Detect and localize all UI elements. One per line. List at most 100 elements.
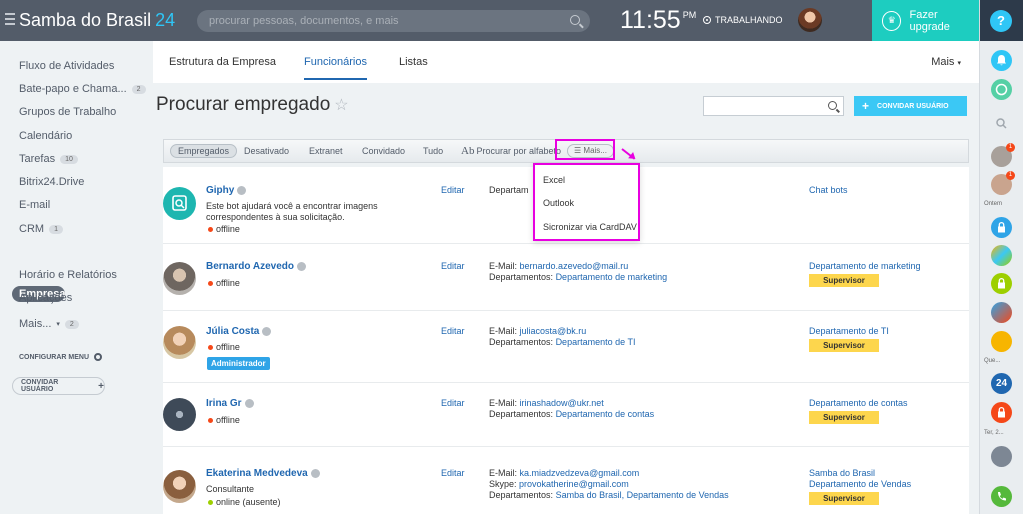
employee-contact-info: E-Mail: juliacosta@bk.ru Departamentos: … xyxy=(489,326,635,348)
tab-lists[interactable]: Listas xyxy=(399,56,428,68)
sidebar-item-tasks[interactable]: Tarefas 10 xyxy=(19,153,78,165)
email-link[interactable]: juliacosta@bk.ru xyxy=(520,326,587,336)
global-search-input[interactable]: procurar pessoas, documentos, e mais xyxy=(197,10,590,32)
contact-avatar-2[interactable]: 1 xyxy=(991,171,1015,195)
employee-avatar[interactable] xyxy=(163,398,196,431)
alphabet-icon: Ab xyxy=(461,145,475,157)
filter-invited[interactable]: Convidado xyxy=(362,146,405,156)
plus-icon: + xyxy=(862,99,870,113)
star-icon[interactable]: ☆ xyxy=(334,97,348,114)
work-status[interactable]: TRABALHANDO xyxy=(703,15,783,25)
portal-logo[interactable]: Samba do Brasil 24 xyxy=(19,10,175,31)
chat-icon[interactable] xyxy=(991,79,1012,100)
department-link[interactable]: Departamento de marketing xyxy=(809,261,921,272)
filter-alphabet-label: Procurar por alfabeto xyxy=(476,146,561,156)
search-icon[interactable] xyxy=(570,15,580,25)
sidebar-item-applications[interactable]: Aplicações xyxy=(19,292,72,304)
department-link[interactable]: Samba do Brasil, Departamento de Vendas xyxy=(556,490,729,500)
sidebar-invite-user-button[interactable]: CONVIDAR USUÁRIO + xyxy=(12,377,105,395)
contact-avatar-3[interactable] xyxy=(991,331,1012,352)
employee-avatar[interactable] xyxy=(163,326,196,359)
department-link[interactable]: Departamento de marketing xyxy=(556,272,668,282)
bot-avatar[interactable] xyxy=(163,187,196,220)
phone-icon[interactable] xyxy=(991,486,1012,507)
employee-name[interactable]: Irina Gr xyxy=(206,398,254,409)
sidebar-item-email[interactable]: E-mail xyxy=(19,199,50,211)
department-link[interactable]: Departamento de Vendas xyxy=(809,479,911,490)
employee-status-text: online (ausente) xyxy=(216,497,281,507)
contact-avatar-1[interactable]: 1 xyxy=(991,143,1015,167)
employee-name[interactable]: Bernardo Azevedo xyxy=(206,261,306,272)
menu-item-outlook[interactable]: Outlook xyxy=(543,198,574,208)
clock[interactable]: 11:55 PM xyxy=(620,6,696,35)
edit-link[interactable]: Editar xyxy=(441,185,465,195)
invite-user-button[interactable]: + CONVIDAR USUÁRIO xyxy=(854,96,967,116)
department-link[interactable]: Departamento de contas xyxy=(556,409,655,419)
sidebar-item-drive[interactable]: Bitrix24.Drive xyxy=(19,176,84,188)
sidebar-item-count: 2 xyxy=(64,319,79,329)
status-dot xyxy=(208,281,213,287)
lock-chat-icon-3[interactable] xyxy=(991,402,1012,423)
tab-company-structure[interactable]: Estrutura da Empresa xyxy=(169,56,276,68)
sidebar-item-time-reports[interactable]: Horário e Relatórios xyxy=(19,269,117,281)
employee-search-input[interactable] xyxy=(703,96,844,116)
sidebar-item-crm[interactable]: CRM 1 xyxy=(19,223,63,235)
employee-avatar[interactable] xyxy=(163,470,196,503)
department-link[interactable]: Departamento de contas xyxy=(809,398,908,409)
sidebar-item-calendar[interactable]: Calendário xyxy=(19,130,72,142)
date-label: Ontem xyxy=(984,201,1003,207)
help-button[interactable]: ? xyxy=(990,10,1012,32)
skype-link[interactable]: provokatherine@gmail.com xyxy=(519,479,629,489)
search-contacts-icon[interactable] xyxy=(991,113,1012,134)
table-row: Irina Gr offline Editar E-Mail: irinasha… xyxy=(163,384,969,447)
export-dropdown-menu: Excel Outlook Sicronizar via CardDAV xyxy=(533,163,640,241)
employee-name[interactable]: Ekaterina Medvedeva xyxy=(206,468,320,479)
menu-item-carddav[interactable]: Sicronizar via CardDAV xyxy=(543,222,637,232)
edit-link[interactable]: Editar xyxy=(441,398,465,408)
filter-deactivated[interactable]: Desativado xyxy=(244,146,289,156)
contact-avatar-4[interactable] xyxy=(991,446,1012,467)
group-chat-icon[interactable] xyxy=(991,245,1012,266)
sidebar-item-workgroups[interactable]: Grupos de Trabalho xyxy=(19,106,116,118)
employee-name[interactable]: Giphy xyxy=(206,185,247,196)
status-dot xyxy=(208,227,213,233)
bitrix24-chat-icon[interactable]: 24 xyxy=(991,373,1012,394)
email-link[interactable]: bernardo.azevedo@mail.ru xyxy=(520,261,629,271)
configure-menu-button[interactable]: CONFIGURAR MENU xyxy=(19,353,102,361)
sidebar-item-label: Tarefas xyxy=(19,153,56,165)
left-sidebar: Fluxo de Atividades Bate-papo e Chama...… xyxy=(0,41,146,514)
department-link[interactable]: Samba do Brasil xyxy=(809,468,911,479)
filter-alphabet[interactable]: Ab Procurar por alfabeto xyxy=(461,145,561,157)
group-chat-icon-2[interactable] xyxy=(991,302,1012,323)
edit-link[interactable]: Editar xyxy=(441,261,465,271)
filter-extranet[interactable]: Extranet xyxy=(309,146,343,156)
sidebar-item-activity-stream[interactable]: Fluxo de Atividades xyxy=(19,60,114,72)
edit-link[interactable]: Editar xyxy=(441,326,465,336)
status-dot xyxy=(208,500,213,506)
email-link[interactable]: ka.miadzvedzeva@gmail.com xyxy=(520,468,640,478)
upgrade-button[interactable]: ♛ Fazer upgrade xyxy=(872,0,979,41)
lock-chat-icon[interactable] xyxy=(991,217,1012,238)
search-icon[interactable] xyxy=(828,101,837,110)
user-avatar[interactable] xyxy=(798,8,822,32)
lock-chat-icon-2[interactable] xyxy=(991,273,1012,294)
department-link[interactable]: Chat bots xyxy=(809,185,848,196)
tab-employees[interactable]: Funcionários xyxy=(304,56,367,80)
sidebar-item-more[interactable]: Mais... ▾ 2 xyxy=(19,318,79,330)
employee-avatar[interactable] xyxy=(163,262,196,295)
edit-link[interactable]: Editar xyxy=(441,468,465,478)
sidebar-item-chat[interactable]: Bate-papo e Chama... 2 xyxy=(19,83,146,95)
notifications-icon[interactable] xyxy=(991,50,1012,71)
employee-contact-info: E-Mail: bernardo.azevedo@mail.ru Departa… xyxy=(489,261,667,283)
tab-more[interactable]: Mais ▾ xyxy=(931,56,961,68)
email-link[interactable]: irinashadow@ukr.net xyxy=(520,398,604,408)
filter-employees[interactable]: Empregados xyxy=(170,144,238,158)
menu-item-excel[interactable]: Excel xyxy=(543,175,565,185)
filter-all[interactable]: Tudo xyxy=(423,146,443,156)
date-label-2: Ter, 2... xyxy=(984,430,1004,436)
department-link[interactable]: Departamento de TI xyxy=(809,326,889,337)
employee-name[interactable]: Júlia Costa xyxy=(206,326,272,337)
menu-icon[interactable] xyxy=(5,13,15,25)
department-link[interactable]: Departamento de TI xyxy=(556,337,636,347)
gear-icon xyxy=(94,353,102,361)
